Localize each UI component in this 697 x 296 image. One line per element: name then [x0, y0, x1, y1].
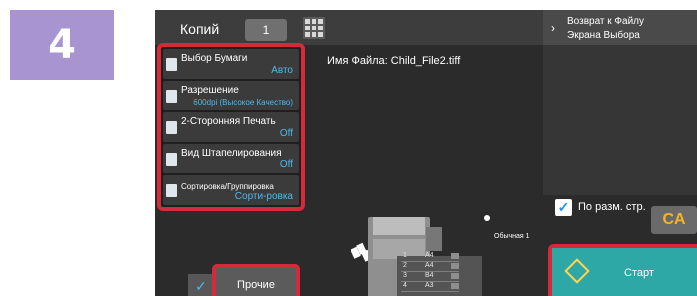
function-buttons-panel: Выбор Бумаги Авто Разрешение 600dpi (Выс…: [157, 43, 305, 211]
step-number-badge: 4: [10, 10, 114, 80]
sort-icon: [166, 184, 177, 198]
resolution-button[interactable]: Разрешение 600dpi (Высокое Качество): [163, 80, 299, 111]
paper-icon: [166, 58, 177, 71]
return-to-file-select-button[interactable]: › Возврат к Файлу Экрана Выбора: [543, 10, 697, 45]
start-label: Старт: [624, 267, 654, 279]
copies-input[interactable]: 1: [245, 19, 287, 41]
paper-select-button[interactable]: Выбор Бумаги Авто: [163, 49, 299, 79]
paper-tray-row: 1 A4: [401, 252, 459, 262]
function-label: Выбор Бумаги: [181, 53, 248, 64]
function-label: Вид Штапелирования: [181, 147, 282, 159]
selected-tray-label: Обычная 1: [494, 233, 530, 240]
fit-to-page-label: По разм. стр.: [578, 201, 646, 213]
paper-tray-row: 3 B4: [401, 272, 459, 282]
operation-panel-screen: Копий 1 Имя Файла: Child_File2.tiff Выбо…: [155, 10, 697, 296]
sort-group-button[interactable]: Сортировка/Группировка Сорти-ровка: [163, 175, 299, 205]
staple-button[interactable]: Вид Штапелирования Off: [163, 143, 299, 174]
copies-label: Копий: [180, 21, 220, 37]
return-button-line2: Экрана Выбора: [567, 30, 640, 41]
function-value: Off: [279, 159, 293, 171]
paper-tray-row: 2 A4: [401, 262, 459, 272]
other-settings-button[interactable]: Прочие: [212, 264, 300, 296]
return-button-line1: Возврат к Файлу: [567, 16, 645, 27]
chevron-right-icon: ›: [551, 21, 555, 35]
start-icon: [564, 258, 590, 284]
function-label: 2-Сторонняя Печать: [181, 116, 276, 128]
preview-area: [543, 45, 697, 195]
paper-tray-row: 4 A3: [401, 282, 459, 292]
function-value: Авто: [271, 64, 293, 76]
file-name-label: Имя Файла: Child_File2.tiff: [327, 55, 461, 67]
tray-indicator-dot: [484, 215, 490, 221]
paper-tray-list: 1 A4 2 A4 3 B4 4 A3: [401, 252, 459, 292]
function-label: Разрешение: [181, 84, 239, 96]
staple-icon: [166, 152, 177, 166]
resolution-icon: [166, 89, 177, 103]
duplex-icon: [166, 121, 177, 135]
duplex-print-button[interactable]: 2-Сторонняя Печать Off: [163, 112, 299, 142]
keypad-icon[interactable]: [303, 17, 325, 39]
function-value: Off: [279, 127, 293, 139]
start-button[interactable]: Старт: [552, 248, 697, 296]
fit-to-page-checkbox[interactable]: ✓: [555, 199, 572, 216]
function-value: Сорти-ровка: [234, 190, 293, 202]
clear-all-button[interactable]: CA: [651, 206, 697, 234]
function-value: 600dpi (Высокое Качество): [193, 98, 293, 108]
check-icon[interactable]: ✓: [188, 274, 214, 296]
